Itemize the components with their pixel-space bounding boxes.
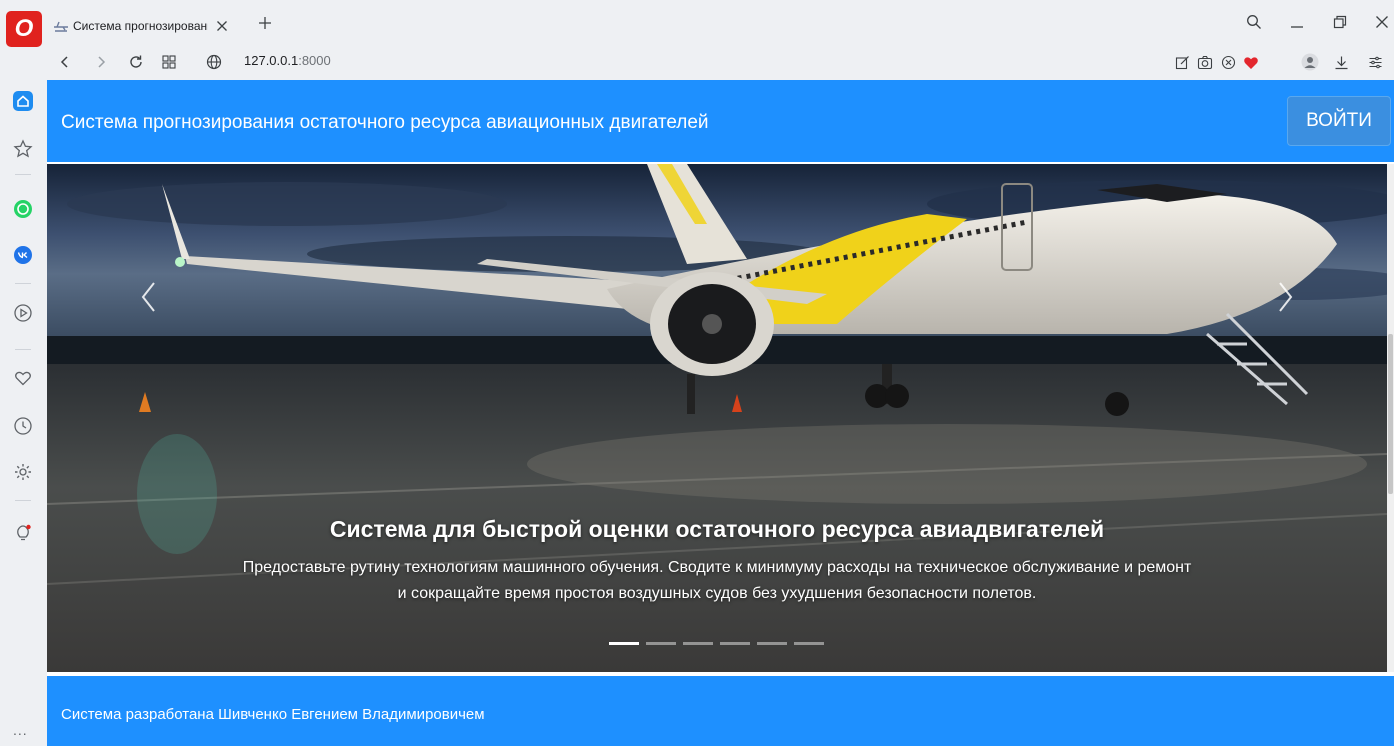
ad-blocker-icon[interactable]: [1218, 52, 1238, 72]
browser-window: O ... Система прогнозировани 127.0.0.1:8…: [0, 0, 1394, 746]
sidebar-divider: [15, 500, 31, 501]
sidebar-divider: [15, 349, 31, 350]
home-icon[interactable]: [11, 89, 35, 113]
restore-window-icon[interactable]: [1330, 12, 1350, 32]
carousel-caption: Система для быстрой оценки остаточного р…: [47, 516, 1387, 607]
hero-carousel: Система для быстрой оценки остаточного р…: [47, 164, 1387, 672]
reload-icon[interactable]: [126, 52, 146, 72]
carousel-indicator-2[interactable]: [646, 642, 676, 645]
tab-close-icon[interactable]: [214, 18, 230, 34]
easy-setup-icon[interactable]: [1365, 52, 1385, 72]
new-tab-plus-icon[interactable]: [257, 15, 273, 31]
minimize-window-icon[interactable]: [1287, 12, 1307, 32]
player-icon[interactable]: [11, 301, 35, 325]
carousel-indicator-6[interactable]: [794, 642, 824, 645]
speed-dial-grid-icon[interactable]: [159, 52, 179, 72]
tab-bar: Система прогнозировани: [47, 0, 1394, 44]
web-page: Система прогнозирования остаточного ресу…: [47, 80, 1394, 746]
carousel-caption-title: Система для быстрой оценки остаточного р…: [329, 516, 1105, 542]
url-host: 127.0.0.1: [244, 53, 299, 68]
sidebar-divider: [15, 283, 31, 284]
opera-logo-icon[interactable]: O: [6, 11, 42, 47]
url-port: :8000: [298, 53, 331, 68]
page-scrollbar-thumb[interactable]: [1388, 334, 1393, 494]
tab-active[interactable]: Система прогнозировани: [53, 9, 240, 43]
vk-icon[interactable]: [11, 243, 35, 267]
carousel-indicator-5[interactable]: [757, 642, 787, 645]
snapshot-camera-icon[interactable]: [1195, 52, 1215, 72]
carousel-indicator-4[interactable]: [720, 642, 750, 645]
history-clock-icon[interactable]: [11, 414, 35, 438]
browser-sidebar: O ...: [0, 0, 48, 746]
bookmarks-star-icon[interactable]: [11, 137, 35, 161]
sidebar-more-icon[interactable]: ...: [13, 722, 28, 738]
heart-icon[interactable]: [11, 366, 35, 390]
login-button[interactable]: ВОЙТИ: [1287, 96, 1391, 146]
carousel-indicators: [609, 642, 831, 645]
downloads-icon[interactable]: [1331, 52, 1351, 72]
sidebar-divider: [15, 174, 31, 175]
share-edit-icon[interactable]: [1172, 52, 1192, 72]
whatsapp-icon[interactable]: [11, 197, 35, 221]
close-window-icon[interactable]: [1372, 12, 1392, 32]
carousel-next-arrow-icon[interactable]: [1273, 279, 1297, 315]
carousel-indicator-3[interactable]: [683, 642, 713, 645]
opera-logo-letter: O: [14, 15, 34, 42]
tips-lightbulb-icon[interactable]: [11, 521, 35, 545]
search-tabs-icon[interactable]: [1244, 12, 1264, 32]
carousel-indicator-1[interactable]: [609, 642, 639, 645]
address-bar: 127.0.0.1:8000: [47, 44, 1394, 80]
airplane-favicon-icon: [54, 21, 68, 32]
settings-gear-icon[interactable]: [11, 460, 35, 484]
carousel-prev-arrow-icon[interactable]: [137, 279, 161, 315]
footer-credits: Система разработана Шивченко Евгением Вл…: [61, 706, 485, 723]
carousel-caption-text: Предоставьте рутину технологиям машинног…: [242, 559, 1192, 602]
page-scrollbar[interactable]: [1387, 164, 1394, 672]
site-info-globe-icon[interactable]: [204, 52, 224, 72]
forward-icon[interactable]: [91, 52, 111, 72]
url-input[interactable]: 127.0.0.1:8000: [244, 53, 331, 68]
back-icon[interactable]: [55, 52, 75, 72]
site-header: Система прогнозирования остаточного ресу…: [47, 80, 1394, 162]
site-footer: Система разработана Шивченко Евгением Вл…: [47, 676, 1394, 746]
profile-avatar-icon[interactable]: [1300, 52, 1320, 72]
favorite-heart-icon[interactable]: [1241, 52, 1261, 72]
tab-title: Система прогнозировани: [73, 19, 208, 33]
site-brand-title[interactable]: Система прогнозирования остаточного ресу…: [61, 112, 709, 134]
